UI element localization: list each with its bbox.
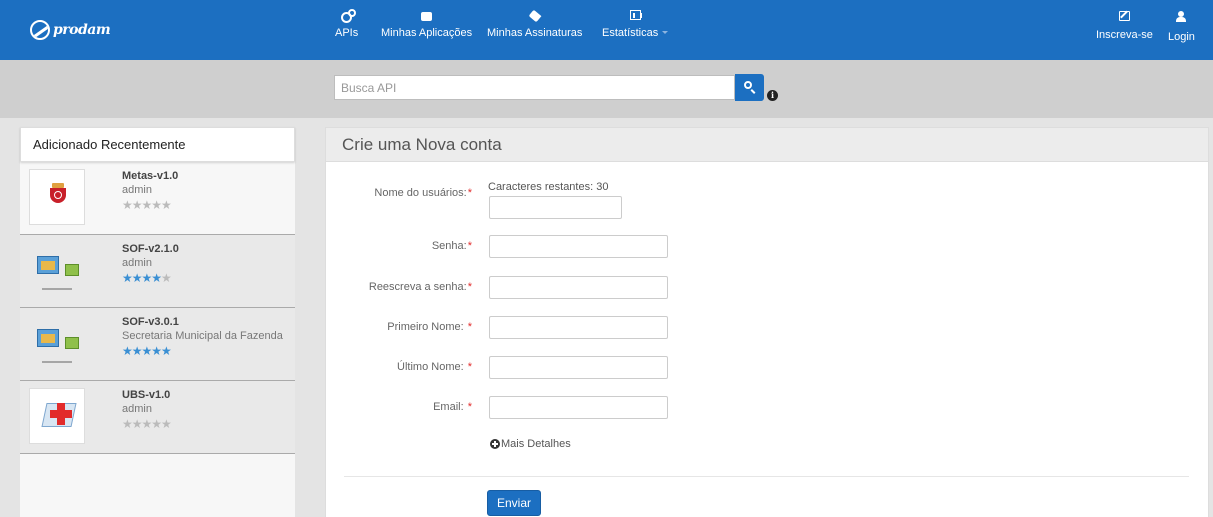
edit-icon (1118, 11, 1130, 21)
nav-login-label: Login (1168, 31, 1195, 43)
email-label: Email: * (433, 401, 472, 413)
nav-minhas-aplicacoes[interactable]: Minhas Aplicações (381, 9, 472, 39)
form-divider (344, 476, 1189, 477)
first-name-field[interactable] (489, 316, 668, 339)
password-label: Senha:* (431, 240, 472, 252)
first-name-label: Primeiro Nome: * (387, 321, 472, 333)
api-thumbnail (29, 242, 85, 298)
search-input[interactable] (334, 75, 735, 100)
more-details-link[interactable]: Mais Detalhes (490, 438, 571, 450)
remaining-characters: Caracteres restantes: 30 (488, 181, 609, 193)
email-field[interactable] (489, 396, 668, 419)
bar-chart-icon (629, 10, 642, 20)
more-details-label: Mais Detalhes (501, 438, 571, 450)
rating-stars: ★★★★★ (122, 417, 172, 431)
api-thumbnail (29, 169, 85, 225)
nav-minhas-aplicacoes-label: Minhas Aplicações (381, 27, 473, 39)
api-name: SOF-v3.0.1 (122, 316, 179, 328)
sof-icon (37, 256, 59, 274)
nav-login[interactable]: Login (1168, 11, 1195, 43)
briefcase-icon (421, 12, 433, 21)
nav-apis-label: APIs (335, 27, 359, 39)
api-owner: Secretaria Municipal da Fazenda (122, 330, 283, 342)
repeat-password-label: Reescreva a senha:* (368, 281, 472, 293)
nav-apis[interactable]: APIs (335, 9, 358, 39)
prodam-logo[interactable]: prodam (30, 20, 111, 40)
api-owner: admin (122, 257, 152, 269)
rating-stars: ★★★★★ (122, 271, 172, 285)
search-button[interactable] (735, 74, 764, 101)
nav-inscreva-se[interactable]: Inscreva-se (1096, 11, 1153, 41)
nav-inscreva-se-label: Inscreva-se (1096, 29, 1153, 41)
api-name: Metas-v1.0 (122, 170, 179, 182)
api-thumbnail (29, 388, 85, 444)
info-icon[interactable]: i (767, 90, 778, 101)
sof-icon (37, 329, 59, 347)
nav-estatisticas[interactable]: Estatísticas (602, 9, 669, 39)
password-field[interactable] (489, 235, 668, 258)
rating-stars: ★★★★★ (122, 344, 172, 358)
nav-minhas-assinaturas-label: Minhas Assinaturas (487, 27, 583, 39)
user-icon (1176, 11, 1187, 24)
username-label: Nome do usuários:* (374, 187, 472, 199)
nav-estatisticas-label: Estatísticas (602, 27, 659, 39)
last-name-label: Último Nome: * (397, 361, 472, 373)
cogs-icon (340, 9, 356, 23)
last-name-field[interactable] (489, 356, 668, 379)
api-name: SOF-v2.1.0 (122, 243, 179, 255)
top-navbar: prodam APIs Minhas Aplicações Minhas Ass… (0, 0, 1213, 60)
plus-circle-icon (490, 439, 500, 449)
search-bar-area: i (0, 60, 1213, 118)
recently-added-panel: Adicionado Recentemente Metas-v1.0 admin… (20, 127, 295, 517)
api-owner: admin (122, 403, 152, 415)
page-title: Crie uma Nova conta (326, 128, 1208, 162)
api-item-sof-v2[interactable]: SOF-v2.1.0 admin ★★★★★ (20, 235, 295, 308)
city-crest-icon (50, 183, 66, 203)
api-thumbnail (29, 315, 85, 371)
api-item-metas[interactable]: Metas-v1.0 admin ★★★★★ (20, 162, 295, 235)
recently-added-title: Adicionado Recentemente (20, 127, 295, 162)
signup-form-panel: Crie uma Nova conta Nome do usuários:* C… (325, 127, 1209, 517)
search-icon (744, 81, 752, 89)
repeat-password-field[interactable] (489, 276, 668, 299)
brand-name: prodam (53, 22, 111, 38)
tag-icon (528, 9, 542, 23)
nav-minhas-assinaturas[interactable]: Minhas Assinaturas (487, 9, 582, 39)
chevron-down-icon (662, 31, 669, 35)
api-item-ubs[interactable]: UBS-v1.0 admin ★★★★★ (20, 381, 295, 454)
rating-stars: ★★★★★ (122, 198, 172, 212)
api-item-sof-v3[interactable]: SOF-v3.0.1 Secretaria Municipal da Fazen… (20, 308, 295, 381)
api-owner: admin (122, 184, 152, 196)
submit-button[interactable]: Enviar (487, 490, 541, 516)
api-name: UBS-v1.0 (122, 389, 171, 401)
username-field[interactable] (489, 196, 622, 219)
prodam-logo-icon (30, 20, 50, 40)
